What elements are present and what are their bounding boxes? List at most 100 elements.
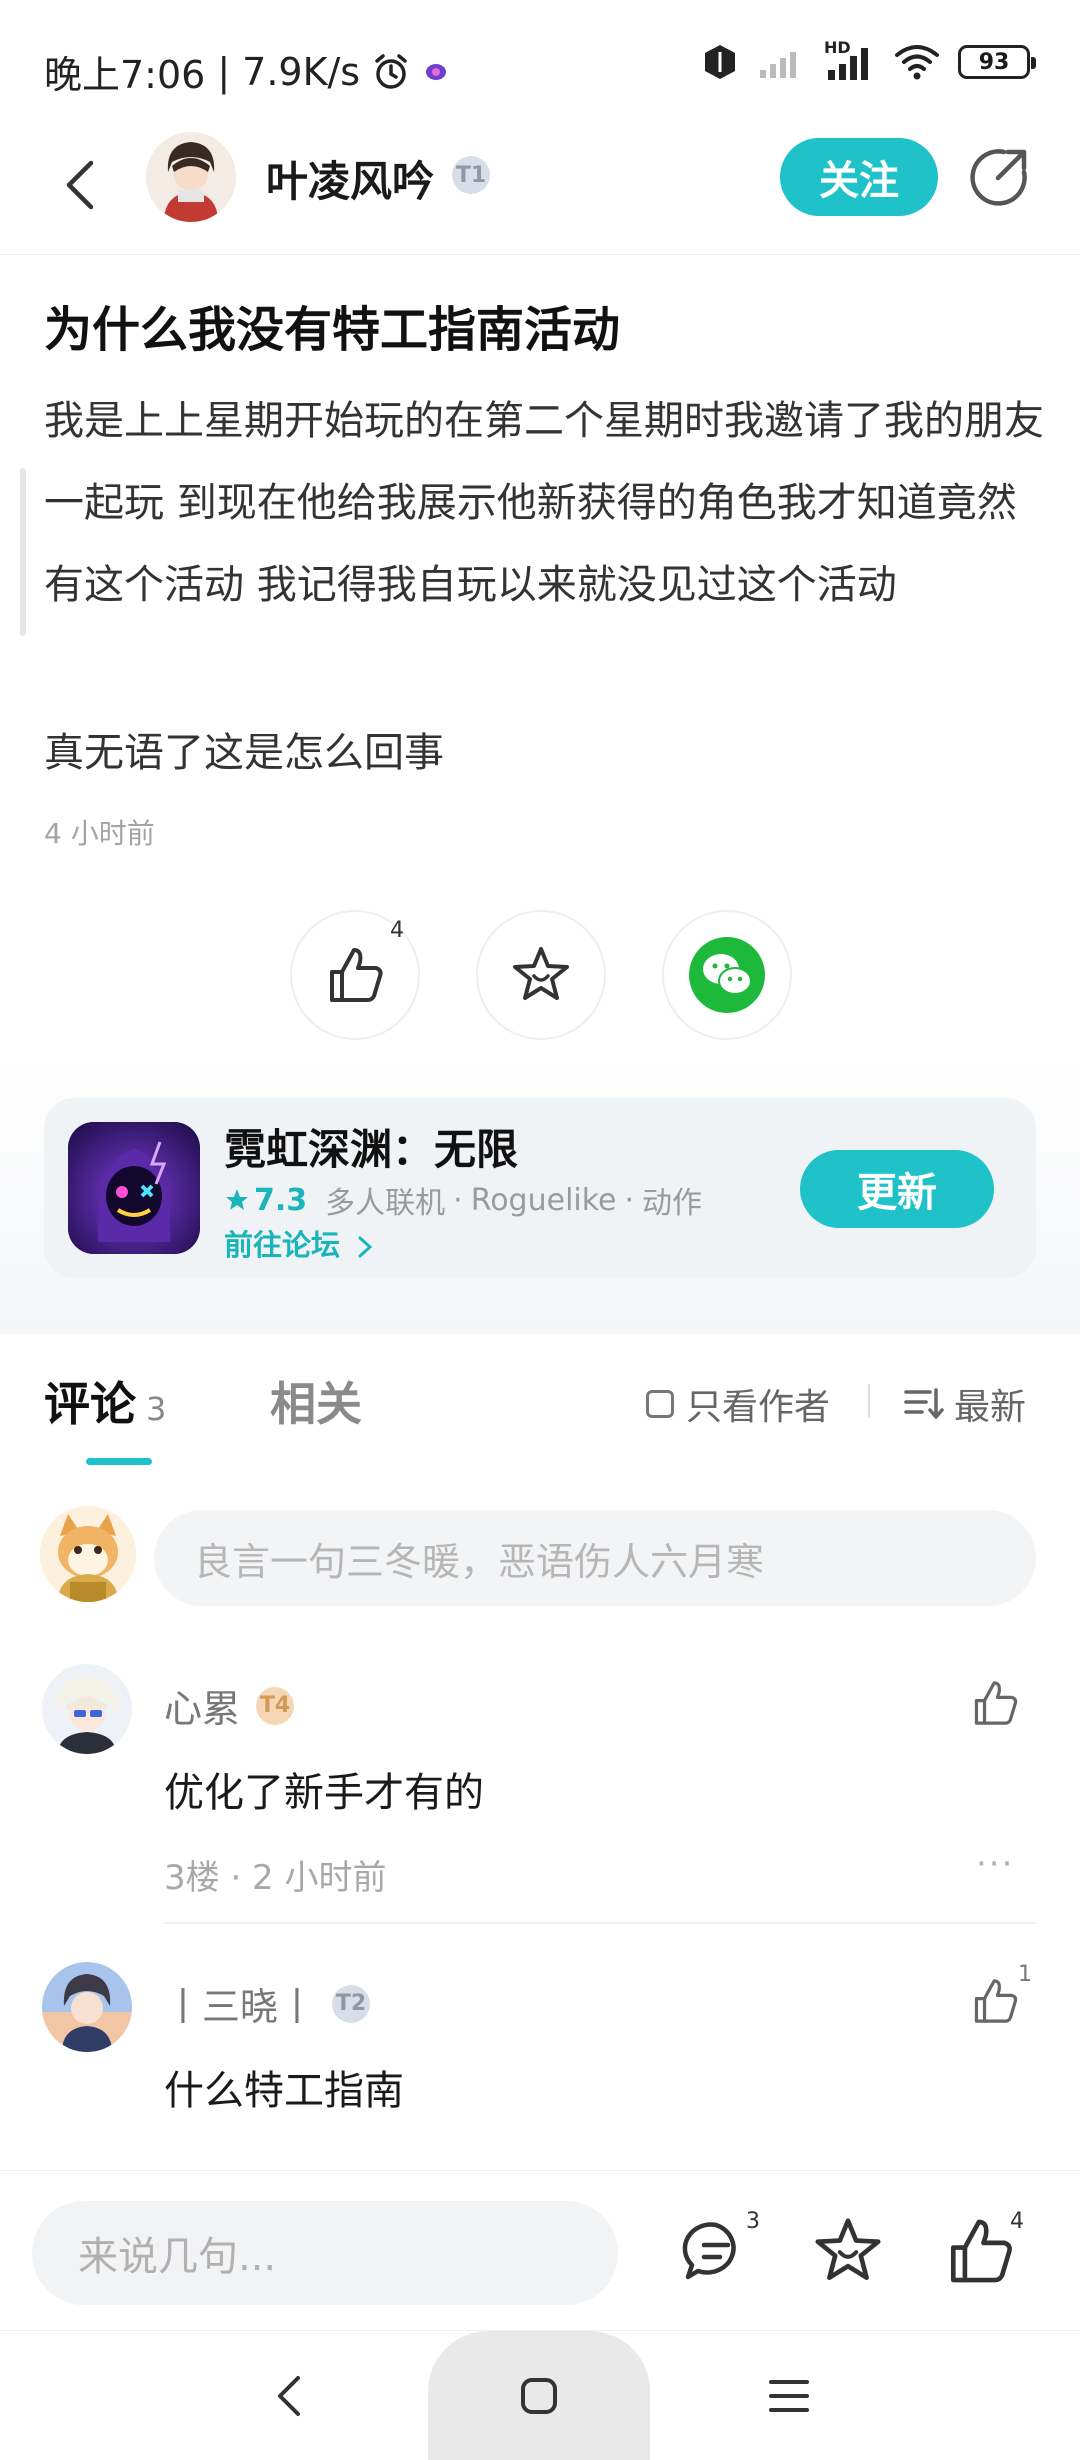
author-level-badge: T1	[452, 156, 490, 194]
chevron-right-icon	[358, 1236, 373, 1258]
tab-comments-label: 评论	[44, 1377, 136, 1431]
follow-button[interactable]: 关注	[780, 138, 938, 216]
sort-label: 最新	[954, 1387, 1027, 1428]
commenter-level-badge: T4	[256, 1686, 295, 1725]
comment-bubble-icon	[682, 2222, 736, 2280]
rating-star-icon	[226, 1189, 248, 1210]
wechat-share-button[interactable]	[662, 910, 792, 1040]
commenter-avatar[interactable]	[42, 1664, 132, 1754]
favorite-bottom-button[interactable]	[812, 2215, 884, 2287]
bottom-action-bar: 来说几句... 3 4	[0, 2170, 1080, 2330]
sort-icon	[904, 1388, 944, 1419]
status-right: HD 93	[700, 38, 1036, 82]
thumbs-up-icon	[330, 948, 383, 1002]
nav-back-icon	[278, 2376, 300, 2416]
nav-back-button[interactable]	[254, 2361, 324, 2431]
game-rating: 7.3	[224, 1183, 307, 1218]
scroll-indicator	[20, 468, 26, 636]
author-only-label: 只看作者	[686, 1387, 831, 1428]
comments-count: 3	[746, 2209, 760, 2234]
nav-menu-button[interactable]	[754, 2361, 824, 2431]
game-card[interactable]: 霓虹深渊：无限 7.3 多人联机 · Roguelike · 动作 前往论坛 更…	[44, 1098, 1036, 1278]
comment-like-button[interactable]	[970, 1678, 1026, 1734]
comment-like-count: 1	[1018, 1962, 1032, 1987]
shield-icon	[705, 45, 735, 79]
game-rating-value: 7.3	[254, 1182, 308, 1218]
update-button[interactable]: 更新	[800, 1150, 994, 1228]
post-header: 叶凌风吟 T1 关注	[0, 130, 1080, 255]
post-timestamp: 4 小时前	[44, 817, 155, 850]
tag-separator: ·	[624, 1182, 635, 1218]
nav-home-icon	[521, 2378, 557, 2414]
signal-hd-icon: HD	[824, 38, 876, 82]
game-tag: 多人联机	[325, 1186, 446, 1221]
comment-input[interactable]: 良言一句三冬暖，恶语伤人六月寒	[154, 1510, 1036, 1606]
more-options-button[interactable]: ···	[976, 1844, 1014, 1884]
tab-comments-count: 3	[146, 1390, 167, 1428]
like-bottom-button[interactable]	[944, 2215, 1016, 2287]
app-notification-icon	[426, 63, 447, 80]
alarm-icon	[375, 53, 407, 89]
nav-home-button[interactable]	[428, 2331, 650, 2460]
commenter-name-row: 丨三晓丨 T2	[164, 1976, 371, 2031]
tab-comments[interactable]: 评论 3	[44, 1368, 166, 1434]
star-icon	[513, 947, 569, 1000]
thumbs-up-icon	[950, 2219, 1012, 2283]
menu-icon	[769, 2380, 809, 2412]
like-button[interactable]: 4	[290, 910, 420, 1040]
forum-link-label: 前往论坛	[224, 1228, 341, 1262]
share-button[interactable]	[968, 144, 1032, 208]
status-net-speed: 7.9K/s	[242, 49, 361, 94]
signal-weak-icon	[760, 52, 796, 78]
status-bar: 晚上7:06 | 7.9K/s HD 93	[0, 0, 1080, 130]
game-title[interactable]: 霓虹深渊：无限	[224, 1116, 518, 1177]
tag-separator: ·	[453, 1182, 463, 1218]
status-time: 晚上7:06	[44, 53, 206, 97]
comment-divider	[164, 1922, 1036, 1924]
thumbs-up-icon	[974, 1681, 1018, 1725]
commenter-name-row: 心累 T4	[164, 1678, 295, 1733]
section-divider	[0, 1330, 1080, 1334]
star-icon	[815, 2218, 881, 2281]
chevron-left-icon	[66, 160, 94, 210]
post-body: 我是上上星期开始玩的在第二个星期时我邀请了我的朋友一起玩 到现在他给我展示他新获…	[44, 398, 1044, 608]
commenter-level-badge: T2	[332, 1984, 371, 2023]
post-body-closing: 真无语了这是怎么回事	[44, 730, 444, 776]
author-only-checkbox[interactable]	[646, 1390, 674, 1418]
share-icon	[970, 149, 1027, 206]
game-tag: Roguelike	[470, 1182, 617, 1218]
bottom-comment-input[interactable]: 来说几句...	[32, 2201, 618, 2305]
game-app-icon[interactable]	[68, 1122, 200, 1254]
commenter-avatar[interactable]	[42, 1962, 132, 2052]
filter-divider	[868, 1384, 870, 1418]
status-left: 晚上7:06 | 7.9K/s	[44, 44, 450, 99]
tab-related[interactable]: 相关	[270, 1368, 362, 1434]
post-title: 为什么我没有特工指南活动	[44, 302, 621, 358]
comment-text[interactable]: 什么特工指南	[164, 2058, 404, 2116]
author-only-filter[interactable]: 只看作者	[646, 1378, 830, 1430]
wechat-icon	[689, 937, 765, 1013]
author-name[interactable]: 叶凌风吟	[266, 148, 434, 209]
thumbs-up-icon	[974, 1979, 1018, 2023]
comments-button[interactable]	[680, 2215, 752, 2287]
favorite-button[interactable]	[476, 910, 606, 1040]
commenter-name[interactable]: 丨三晓丨	[164, 1976, 316, 2031]
game-forum-link[interactable]: 前往论坛	[224, 1222, 374, 1264]
likes-count: 4	[1010, 2209, 1024, 2234]
author-avatar[interactable]	[146, 132, 236, 222]
game-meta: 7.3 多人联机 · Roguelike · 动作	[224, 1178, 702, 1222]
wifi-icon	[895, 45, 939, 80]
bottom-fade	[0, 2130, 1080, 2170]
game-tag: 动作	[642, 1186, 703, 1221]
comment-text[interactable]: 优化了新手才有的	[164, 1760, 484, 1818]
my-avatar	[40, 1506, 136, 1602]
commenter-name[interactable]: 心累	[164, 1678, 240, 1733]
status-separator: |	[217, 49, 231, 94]
active-tab-indicator	[86, 1458, 152, 1465]
battery-indicator: 93	[958, 45, 1036, 79]
back-button[interactable]	[50, 150, 110, 220]
sort-toggle[interactable]: 最新	[904, 1378, 1026, 1430]
system-nav-bar	[0, 2330, 1080, 2460]
comment-meta: 3楼 · 2 小时前	[164, 1858, 387, 1898]
like-count: 4	[390, 918, 404, 943]
